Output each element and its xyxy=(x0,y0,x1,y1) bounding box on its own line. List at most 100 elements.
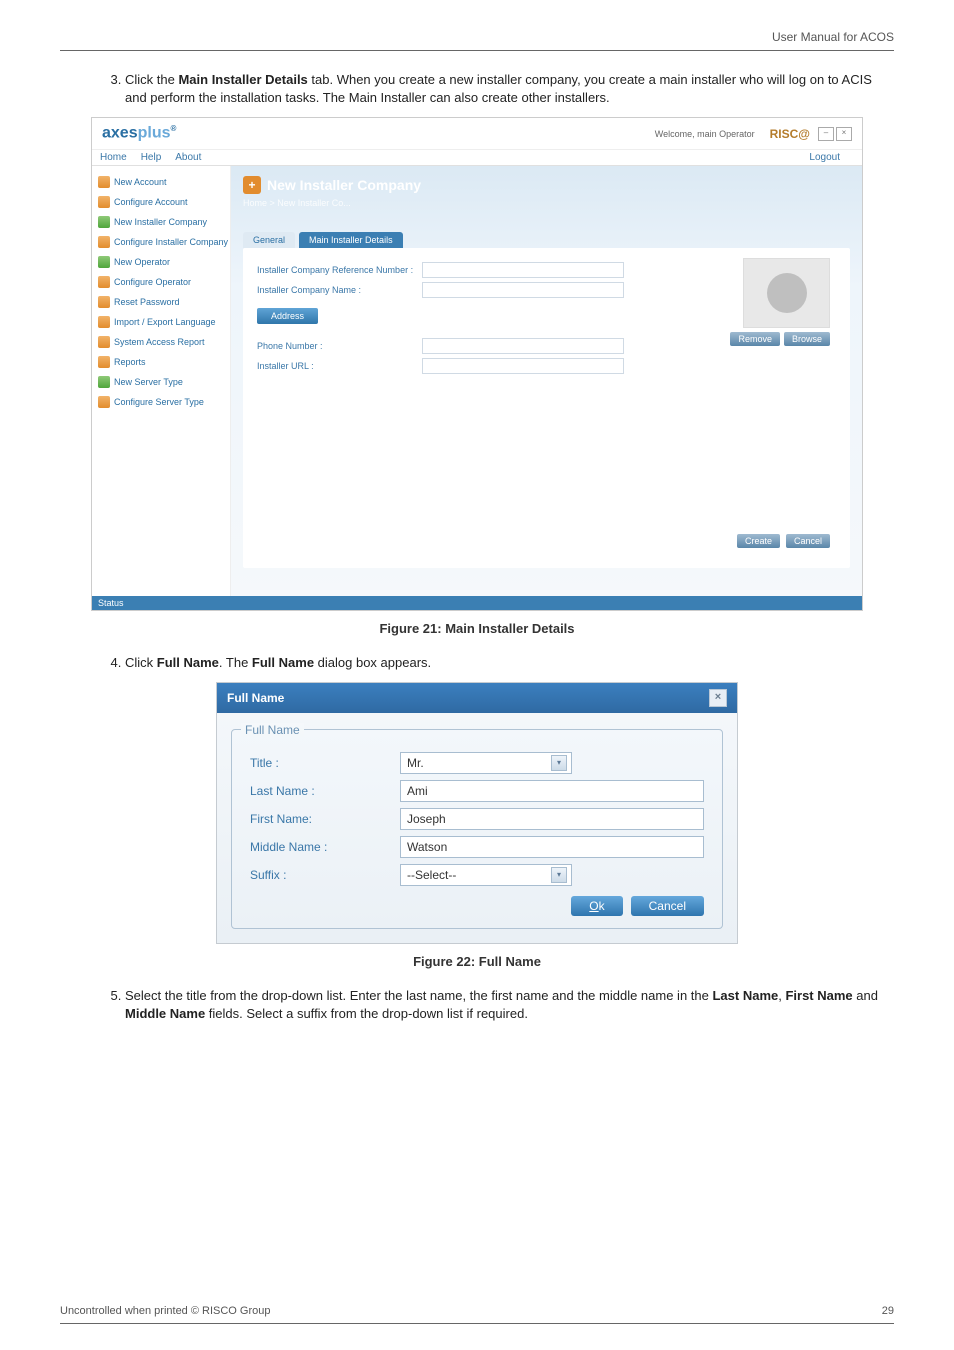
label-suffix: Suffix : xyxy=(250,868,400,882)
menu-help[interactable]: Help xyxy=(141,152,162,163)
sidebar-label: Configure Operator xyxy=(114,277,191,287)
label-phone: Phone Number : xyxy=(257,341,422,351)
banner-title-text: New Installer Company xyxy=(267,177,421,193)
footer-page-number: 29 xyxy=(882,1305,894,1317)
input-url[interactable] xyxy=(422,358,624,374)
minimize-icon[interactable]: – xyxy=(818,127,834,141)
cancel-button[interactable]: Cancel xyxy=(631,896,704,916)
cancel-button[interactable]: Cancel xyxy=(786,534,830,548)
input-first-name[interactable]: Joseph xyxy=(400,808,704,830)
select-title-value: Mr. xyxy=(407,756,424,770)
sidebar-item-new-account[interactable]: New Account xyxy=(96,172,226,192)
s5-t3: and xyxy=(853,988,878,1003)
sidebar-item-reports[interactable]: Reports xyxy=(96,352,226,372)
figure-22-caption: Figure 22: Full Name xyxy=(60,954,894,969)
page-header: User Manual for ACOS xyxy=(60,30,894,51)
sidebar-item-system-access-report[interactable]: System Access Report xyxy=(96,332,226,352)
sidebar-item-configure-account[interactable]: Configure Account xyxy=(96,192,226,212)
label-url: Installer URL : xyxy=(257,361,422,371)
plus-icon xyxy=(98,216,110,228)
sidebar-label: New Server Type xyxy=(114,377,183,387)
banner: + New Installer Company Home > New Insta… xyxy=(231,166,862,226)
sidebar-label: New Operator xyxy=(114,257,170,267)
input-company-name[interactable] xyxy=(422,282,624,298)
sidebar-item-new-server-type[interactable]: New Server Type xyxy=(96,372,226,392)
step4-t2: . The xyxy=(219,655,252,670)
footer-left: Uncontrolled when printed © RISCO Group xyxy=(60,1305,270,1317)
sidebar-item-new-installer-company[interactable]: New Installer Company xyxy=(96,212,226,232)
menubar[interactable]: Home Help About Logout xyxy=(92,150,862,166)
brand-part2: plus xyxy=(138,125,171,142)
tab-general[interactable]: General xyxy=(243,232,295,248)
menu-home[interactable]: Home xyxy=(100,152,127,163)
fieldset-legend: Full Name xyxy=(241,723,723,737)
browse-button[interactable]: Browse xyxy=(784,332,830,346)
sidebar-item-configure-installer-company[interactable]: Configure Installer Company xyxy=(96,232,226,252)
sidebar-item-new-operator[interactable]: New Operator xyxy=(96,252,226,272)
account-icon xyxy=(98,176,110,188)
plus-company-icon: + xyxy=(243,176,261,194)
tab-main-installer-details[interactable]: Main Installer Details xyxy=(299,232,403,248)
key-icon xyxy=(98,296,110,308)
sidebar-label: Configure Account xyxy=(114,197,188,207)
close-icon[interactable]: × xyxy=(709,689,727,707)
gear-icon xyxy=(98,396,110,408)
sidebar-label: Reset Password xyxy=(114,297,180,307)
address-button[interactable]: Address xyxy=(257,308,318,324)
report-icon xyxy=(98,336,110,348)
sidebar-item-import-export-language[interactable]: Import / Export Language xyxy=(96,312,226,332)
select-suffix-value: --Select-- xyxy=(407,868,456,882)
photo-placeholder xyxy=(743,258,830,328)
figure-21-caption: Figure 21: Main Installer Details xyxy=(60,621,894,636)
screenshot-full-name-dialog: Full Name × Full Name Title : Mr.▾ Last … xyxy=(216,682,738,944)
logout-link[interactable]: Logout xyxy=(809,152,840,163)
window-buttons[interactable]: –× xyxy=(816,127,852,141)
gear-icon xyxy=(98,196,110,208)
close-icon[interactable]: × xyxy=(836,127,852,141)
status-bar: Status xyxy=(92,596,862,610)
step4-t3: dialog box appears. xyxy=(314,655,431,670)
create-button[interactable]: Create xyxy=(737,534,780,548)
label-company-name: Installer Company Name : xyxy=(257,285,422,295)
screenshot-main-installer: axesplus® Welcome, main Operator RISC@ –… xyxy=(91,117,863,610)
sidebar-item-configure-server-type[interactable]: Configure Server Type xyxy=(96,392,226,412)
plus-icon xyxy=(98,256,110,268)
breadcrumb: Home > New Installer Co... xyxy=(243,198,850,208)
remove-button[interactable]: Remove xyxy=(730,332,780,346)
sidebar-label: Configure Server Type xyxy=(114,397,204,407)
brand-part1: axes xyxy=(102,125,138,142)
silhouette-icon xyxy=(767,273,807,313)
banner-title: + New Installer Company xyxy=(243,176,850,194)
select-title[interactable]: Mr. ▾ xyxy=(400,752,572,774)
tabs: General Main Installer Details xyxy=(243,232,862,248)
input-refnum[interactable] xyxy=(422,262,624,278)
label-middle-name: Middle Name : xyxy=(250,840,400,854)
chevron-down-icon[interactable]: ▾ xyxy=(551,755,567,771)
sidebar-label: Import / Export Language xyxy=(114,317,216,327)
s5-b3: Middle Name xyxy=(125,1006,205,1021)
input-phone[interactable] xyxy=(422,338,624,354)
page-footer: Uncontrolled when printed © RISCO Group … xyxy=(60,1305,894,1324)
ok-rest: k xyxy=(599,899,605,913)
ok-button[interactable]: Ok xyxy=(571,896,622,916)
s5-b1: Last Name xyxy=(712,988,778,1003)
s5-t1: Select the title from the drop-down list… xyxy=(125,988,712,1003)
input-last-name[interactable]: Ami xyxy=(400,780,704,802)
sidebar-label: New Account xyxy=(114,177,167,187)
chevronair-down-icon[interactable]: ▾ xyxy=(551,867,567,883)
s5-t4: fields. Select a suffix from the drop-do… xyxy=(205,1006,528,1021)
menu-about[interactable]: About xyxy=(175,152,201,163)
sidebar-item-reset-password[interactable]: Reset Password xyxy=(96,292,226,312)
brand-logo: axesplus® xyxy=(102,124,176,142)
plus-icon xyxy=(98,376,110,388)
gear-icon xyxy=(98,236,110,248)
step-4: Click Full Name. The Full Name dialog bo… xyxy=(125,654,894,672)
form-panel: Remove Browse Installer Company Referenc… xyxy=(243,248,850,568)
select-suffix[interactable]: --Select-- ▾ xyxy=(400,864,572,886)
input-middle-name[interactable]: Watson xyxy=(400,836,704,858)
step4-t1: Click xyxy=(125,655,157,670)
sidebar-label: System Access Report xyxy=(114,337,205,347)
sidebar-item-configure-operator[interactable]: Configure Operator xyxy=(96,272,226,292)
step4-b2: Full Name xyxy=(252,655,314,670)
risco-logo: RISC@ xyxy=(770,127,810,141)
